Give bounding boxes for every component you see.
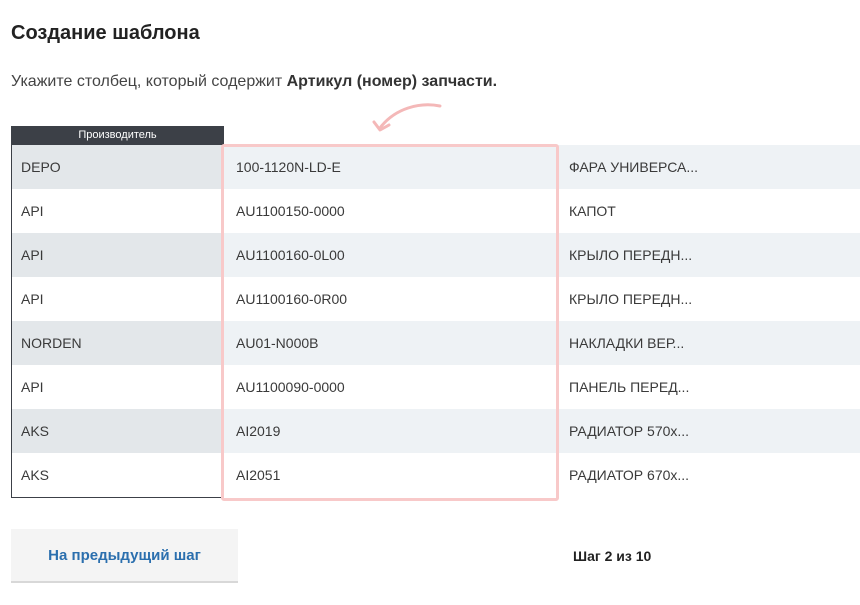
- table-row: API AU1100160-0R00 КРЫЛО ПЕРЕДН...: [11, 277, 860, 321]
- preview-table: DEPO 100-1120N-LD-E ФАРА УНИВЕРСА... API…: [11, 145, 860, 497]
- cell-description[interactable]: КРЫЛО ПЕРЕДН...: [559, 233, 860, 277]
- cell-article[interactable]: AU1100160-0L00: [224, 233, 559, 277]
- table-row: API AU1100090-0000 ПАНЕЛЬ ПЕРЕД...: [11, 365, 860, 409]
- cell-article[interactable]: AI2019: [224, 409, 559, 453]
- cell-article[interactable]: AI2051: [224, 453, 559, 497]
- previous-step-button[interactable]: На предыдущий шаг: [11, 529, 238, 583]
- cell-manufacturer[interactable]: API: [11, 189, 223, 233]
- table-row: API AU1100150-0000 КАПОТ: [11, 189, 860, 233]
- cell-description[interactable]: РАДИАТОР 670х...: [559, 453, 860, 497]
- cell-description[interactable]: НАКЛАДКИ ВЕР...: [559, 321, 860, 365]
- cell-description[interactable]: КРЫЛО ПЕРЕДН...: [559, 277, 860, 321]
- cell-article[interactable]: AU01-N000B: [224, 321, 559, 365]
- column-header-manufacturer[interactable]: Производитель: [11, 126, 224, 145]
- cell-manufacturer[interactable]: NORDEN: [11, 321, 223, 365]
- cell-description[interactable]: ПАНЕЛЬ ПЕРЕД...: [559, 365, 860, 409]
- step-indicator: Шаг 2 из 10: [573, 548, 652, 564]
- cell-manufacturer[interactable]: AKS: [11, 409, 223, 453]
- cell-description[interactable]: РАДИАТОР 570х...: [559, 409, 860, 453]
- curved-arrow-icon: [372, 103, 442, 132]
- cell-manufacturer[interactable]: API: [11, 365, 223, 409]
- cell-description[interactable]: ФАРА УНИВЕРСА...: [559, 145, 860, 189]
- cell-article[interactable]: AU1100160-0R00: [224, 277, 559, 321]
- table-row: AKS AI2019 РАДИАТОР 570х...: [11, 409, 860, 453]
- cell-manufacturer[interactable]: DEPO: [11, 145, 223, 189]
- instruction-prefix: Укажите столбец, который содержит: [11, 73, 287, 90]
- cell-article[interactable]: AU1100090-0000: [224, 365, 559, 409]
- instruction-bold: Артикул (номер) запчасти.: [286, 73, 498, 90]
- cell-manufacturer[interactable]: API: [11, 233, 223, 277]
- table-row: API AU1100160-0L00 КРЫЛО ПЕРЕДН...: [11, 233, 860, 277]
- table-row: NORDEN AU01-N000B НАКЛАДКИ ВЕР...: [11, 321, 860, 365]
- cell-manufacturer[interactable]: API: [11, 277, 223, 321]
- cell-article[interactable]: 100-1120N-LD-E: [224, 145, 559, 189]
- cell-manufacturer[interactable]: AKS: [11, 453, 223, 497]
- page-title: Создание шаблона: [11, 22, 200, 44]
- instruction-text: Укажите столбец, который содержит Артику…: [11, 73, 497, 91]
- table-row: DEPO 100-1120N-LD-E ФАРА УНИВЕРСА...: [11, 145, 860, 189]
- cell-article[interactable]: AU1100150-0000: [224, 189, 559, 233]
- table-row: AKS AI2051 РАДИАТОР 670х...: [11, 453, 860, 497]
- cell-description[interactable]: КАПОТ: [559, 189, 860, 233]
